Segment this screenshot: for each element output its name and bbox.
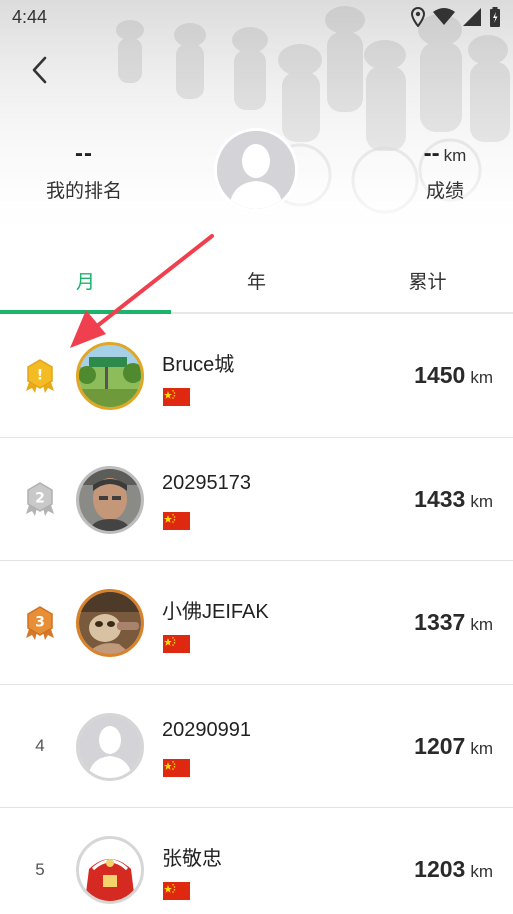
avatar[interactable]: [76, 589, 144, 657]
chevron-left-icon: [32, 56, 47, 84]
distance-unit: km: [470, 368, 493, 387]
my-rank: -- 我的排名: [24, 140, 144, 203]
distance: 1450 km: [414, 362, 493, 389]
distance: 1433 km: [414, 486, 493, 513]
avatar[interactable]: [76, 712, 144, 781]
my-rank-label: 我的排名: [45, 181, 122, 202]
distance-value: 1203: [414, 856, 466, 882]
gold-medal-icon: !: [26, 358, 54, 393]
china-flag-icon: [163, 388, 190, 406]
user-photo-image: [79, 839, 141, 901]
rank-number: 5: [35, 859, 45, 879]
wifi-icon: [433, 8, 455, 26]
my-score-value: --: [423, 140, 440, 167]
battery-icon: [489, 7, 501, 27]
avatar[interactable]: [76, 465, 144, 534]
my-rank-value: --: [75, 140, 93, 167]
ranking-row[interactable]: 3 小佛JEIFAK 1337 km: [0, 561, 513, 685]
rank-number: 4: [35, 736, 45, 755]
bronze-medal-icon: 3: [26, 605, 54, 640]
user-name: 20295173: [162, 471, 251, 494]
rank-badge: 3: [18, 561, 62, 684]
tab-total[interactable]: 累计: [342, 248, 513, 312]
distance-value: 1337: [414, 609, 466, 635]
distance-unit: km: [470, 491, 493, 511]
ranking-row[interactable]: 4 20290991 1207 km: [0, 685, 513, 808]
ranking-row[interactable]: ! Bruce城 1450 km: [0, 314, 513, 438]
my-score-value-wrap: -- km: [390, 140, 500, 168]
user-photo-image: [79, 592, 141, 654]
tab-month[interactable]: 月: [0, 248, 171, 314]
china-flag-icon: [163, 758, 190, 777]
ranking-list: ! Bruce城 1450 km 2 20295173 1433 km 3 小佛…: [0, 314, 513, 914]
tab-year[interactable]: 年: [171, 248, 342, 312]
china-flag-icon: [163, 511, 190, 530]
status-time: 4:44: [12, 6, 48, 27]
status-bar: 4:44: [0, 0, 513, 34]
distance-unit: km: [470, 862, 493, 881]
my-avatar[interactable]: [214, 128, 298, 212]
distance-value: 1433: [414, 485, 466, 512]
distance-value: 1207: [414, 732, 466, 759]
china-flag-icon: [163, 635, 190, 653]
user-name: 20290991: [162, 718, 251, 741]
avatar[interactable]: [76, 342, 144, 410]
ranking-row[interactable]: 2 20295173 1433 km: [0, 438, 513, 561]
user-photo-image: [79, 468, 141, 531]
back-button[interactable]: [20, 50, 60, 90]
silver-medal-icon: 2: [26, 482, 54, 516]
distance-unit: km: [470, 615, 493, 634]
avatar[interactable]: [76, 836, 144, 904]
my-score: -- km 成绩: [390, 140, 500, 203]
default-user-icon: [79, 715, 141, 778]
distance: 1207 km: [414, 733, 493, 760]
my-score-unit: km: [443, 146, 467, 165]
distance: 1203 km: [414, 856, 493, 883]
location-icon: [411, 7, 425, 27]
my-score-label: 成绩: [425, 181, 464, 202]
svg-text:!: !: [37, 367, 43, 383]
ranking-row[interactable]: 5 张敬忠 1203 km: [0, 808, 513, 914]
distance-unit: km: [470, 738, 493, 758]
signal-icon: [463, 8, 481, 26]
rank-badge: 2: [18, 438, 62, 561]
user-photo-image: [79, 345, 141, 407]
default-user-icon: [217, 131, 295, 209]
user-name: 小佛JEIFAK: [162, 601, 269, 623]
svg-text:2: 2: [35, 491, 45, 507]
header-banner: 4:44 -- 我的排名 -- km 成绩: [0, 0, 513, 245]
user-name: Bruce城: [162, 354, 235, 376]
period-tabs: 月 年 累计: [0, 248, 513, 314]
user-name: 张敬忠: [162, 848, 222, 870]
china-flag-icon: [163, 882, 190, 900]
svg-text:3: 3: [35, 614, 45, 630]
rank-badge: !: [18, 314, 62, 437]
distance: 1337 km: [414, 609, 493, 636]
distance-value: 1450: [414, 362, 466, 388]
